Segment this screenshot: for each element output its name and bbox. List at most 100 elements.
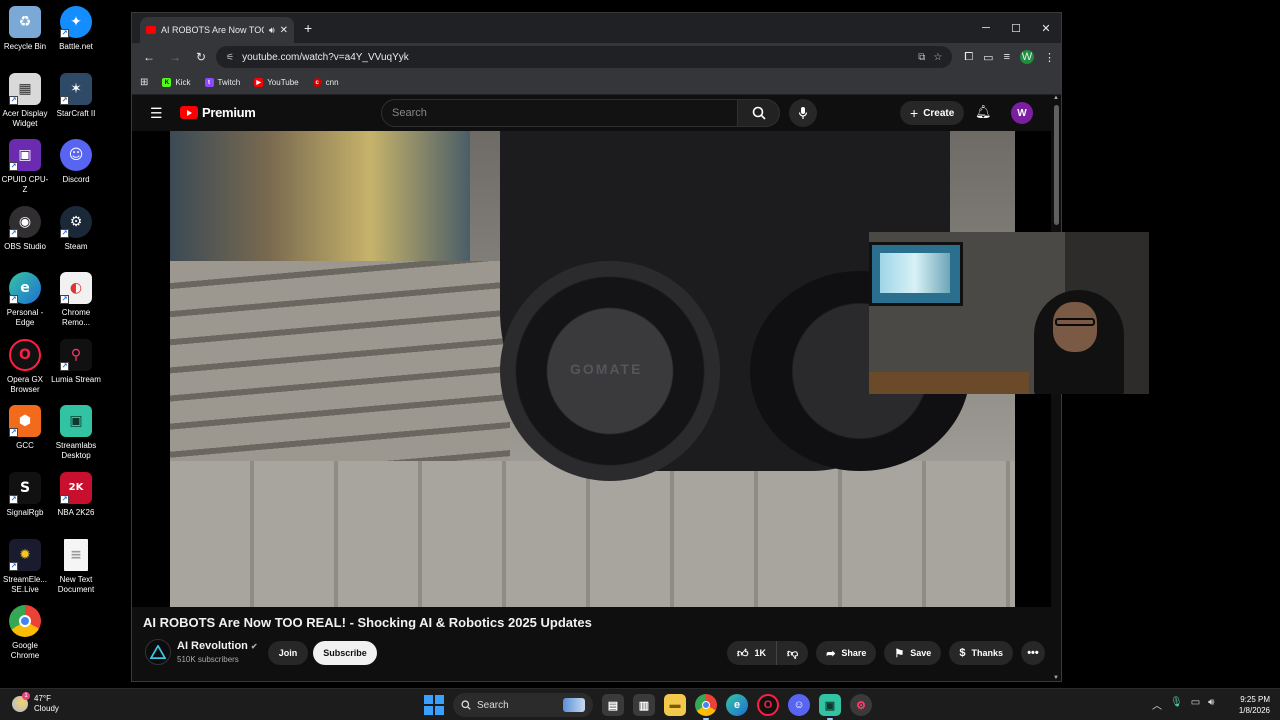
taskbar-search[interactable]: Search [453,693,593,717]
chrome-menu-icon[interactable]: ⋮ [1044,51,1055,64]
windows-logo-icon [424,695,433,704]
extensions-icon[interactable]: ⧠ [964,51,973,64]
widgets-icon[interactable]: ▥ [633,694,655,716]
apps-grid-icon[interactable]: ⊞ [140,77,148,88]
desktop-icon-obs[interactable]: ◉ ↗ OBS Studio [0,206,50,252]
reading-list-icon[interactable]: ≡ [1004,51,1010,63]
youtube-logo[interactable]: Premium [180,105,256,120]
ai-revolution-logo-icon [150,645,166,659]
maximize-icon[interactable]: ☐ [1001,13,1031,43]
profile-avatar[interactable]: W [1020,50,1034,64]
weather-widget[interactable]: 47°F Cloudy 1 [12,692,59,714]
webcam-face [1053,302,1097,352]
chrome-taskbar-icon[interactable] [695,694,717,720]
video-title: AI ROBOTS Are Now TOO REAL! - Shocking A… [143,615,592,630]
scroll-down-icon[interactable]: ▼ [1053,675,1059,681]
steam-icon: ⚙ ↗ [60,206,92,238]
lumia-taskbar-icon[interactable]: ⚙ [850,694,872,716]
save-button[interactable]: ⚑ Save [884,641,942,665]
discord-taskbar-icon[interactable]: ☺ [788,694,810,716]
cast-icon[interactable]: ⧉ [918,52,925,63]
volume-icon[interactable]: 🔊︎ [1208,697,1214,712]
forward-icon[interactable]: → [164,50,186,64]
address-bar[interactable]: ⚟ youtube.com/watch?v=a4Y_VVuqYyk ⧉ ☆ [216,46,953,68]
desktop-icon-signalrgb[interactable]: S ↗ SignalRgb [0,472,50,518]
desktop-icon-label: Personal - Edge [6,308,44,327]
start-button[interactable] [424,695,444,715]
site-info-icon[interactable]: ⚟ [226,52,234,63]
starcraft-icon: ✶ ↗ [60,73,92,105]
like-button[interactable]: 👍︎ 1K [727,641,778,665]
close-window-icon[interactable]: ✕ [1031,13,1061,43]
minimize-icon[interactable]: ─ [971,13,1001,43]
share-button[interactable]: ➦ Share [816,641,877,665]
desktop-icon-lumia-stream[interactable]: ⚲ ↗ Lumia Stream [51,339,101,385]
url-text[interactable]: youtube.com/watch?v=a4Y_VVuqYyk [242,52,910,63]
cpuz-icon: ▣ ↗ [9,139,41,171]
desktop-icon-google-chrome[interactable]: Google Chrome [0,605,50,661]
desktop-icon-opera-gx[interactable]: O Opera GX Browser [0,339,50,395]
channel-avatar[interactable] [145,639,171,665]
channel-watermark-icon[interactable] [1020,681,1042,682]
create-button[interactable]: + Create [900,101,965,125]
scrollbar-thumb[interactable] [1054,105,1059,225]
notifications-bell-icon[interactable]: 🔔︎ [975,104,992,120]
bookmark-twitch[interactable]: t Twitch [204,78,240,87]
desktop-icon-starcraft[interactable]: ✶ ↗ StarCraft II [51,73,101,119]
bookmark-kick[interactable]: K Kick [162,78,191,87]
file-explorer-icon[interactable]: ▬ [664,694,686,716]
share-icon: ➦ [826,647,836,660]
tab-youtube[interactable]: AI ROBOTS Are Now TOO REAL! - Shocking A… [140,17,294,43]
desktop-icon-new-text-document[interactable]: ≡ New Text Document [51,539,101,595]
new-tab-button[interactable]: + [304,20,312,36]
desktop-icon-gcc[interactable]: ⬢ ↗ GCC [0,405,50,451]
acer-widget-icon: ▦ ↗ [9,73,41,105]
search-button[interactable] [738,99,780,127]
bookmark-star-icon[interactable]: ☆ [933,52,942,63]
audio-playing-icon[interactable]: 🔊︎ [269,25,275,36]
tray-overflow-icon[interactable]: ︿ [1152,697,1162,712]
webcam-glasses [1055,318,1095,326]
microphone-tray-icon[interactable]: 🎙︎ [1170,697,1183,712]
streamlabs-taskbar-icon[interactable]: ▣ [819,694,841,720]
desktop-icon-battlenet[interactable]: ✦ ↗ Battle.net [51,6,101,52]
tab-strip: AI ROBOTS Are Now TOO REAL! - Shocking A… [132,13,1061,43]
desktop-icon-steam[interactable]: ⚙ ↗ Steam [51,206,101,252]
back-icon[interactable]: ← [138,50,160,64]
voice-search-button[interactable] [789,99,817,127]
desktop-icon-label: SignalRgb [6,508,44,517]
opera-gx-taskbar-icon[interactable]: O [757,694,779,716]
subscribe-button[interactable]: Subscribe [313,641,377,665]
clock-time: 9:25 PM [1240,695,1270,704]
desktop-icon-discord[interactable]: ☺ Discord [51,139,101,185]
desktop-icon-acer-display-widget[interactable]: ▦ ↗ Acer Display Widget [0,73,50,129]
scroll-up-icon[interactable]: ▲ [1053,95,1059,101]
desktop-icon-nba2k26[interactable]: 2K ↗ NBA 2K26 [51,472,101,518]
reload-icon[interactable]: ↻ [190,50,212,64]
taskbar-clock[interactable]: 9:25 PM 1/8/2026 [1230,694,1270,716]
search-input[interactable]: Search [381,99,738,127]
menu-icon[interactable]: ☰ [150,105,163,122]
desktop-icon-cpuz[interactable]: ▣ ↗ CPUID CPU-Z [0,139,50,195]
more-actions-button[interactable]: ••• [1020,641,1045,665]
bookmark-youtube[interactable]: ▶ YouTube [254,78,299,87]
desktop-icon-edge[interactable]: e ↗ Personal - Edge [0,272,50,328]
split-view-icon[interactable]: ▭ [983,51,993,64]
cnn-icon: c [312,78,322,87]
close-tab-icon[interactable]: ✕ [280,25,288,36]
edge-taskbar-icon[interactable]: e [726,694,748,716]
channel-name[interactable]: AI Revolution ✔ [177,640,258,652]
desktop-icon-label: OBS Studio [4,242,46,251]
thanks-button[interactable]: $ Thanks [949,641,1013,665]
nba2k-icon: 2K ↗ [60,472,92,504]
network-icon[interactable]: ▭ [1191,697,1200,712]
bookmark-cnn[interactable]: c cnn [312,78,339,87]
join-button[interactable]: Join [268,641,308,665]
dislike-button[interactable]: 👎︎ [777,641,808,665]
desktop-icon-recycle-bin[interactable]: ♻ Recycle Bin [0,6,50,52]
desktop-icon-streamlabs[interactable]: ▣ Streamlabs Desktop [51,405,101,461]
desktop-icon-chrome-remote[interactable]: ◐ ↗ Chrome Remo... [51,272,101,328]
desktop-icon-streamelements[interactable]: ✹ ↗ StreamEle... SE.Live [0,539,50,595]
task-view-icon[interactable]: ▤ [602,694,624,716]
account-avatar[interactable]: W [1011,102,1033,124]
